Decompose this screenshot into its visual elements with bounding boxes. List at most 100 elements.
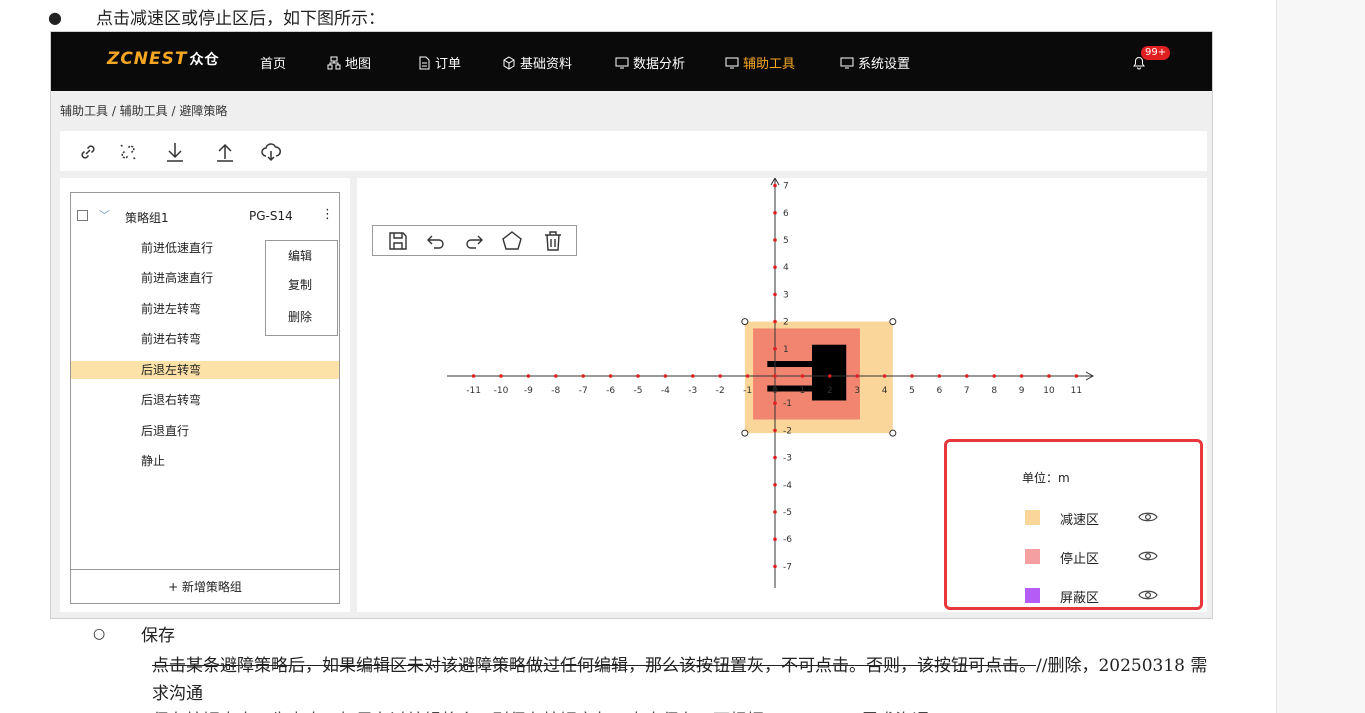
x-tick-dot (882, 374, 887, 378)
group-code: PG-S14 (249, 209, 293, 223)
y-tick-dot (773, 401, 777, 405)
x-tick-label: -9 (524, 386, 533, 396)
more-icon[interactable]: ⋮ (321, 207, 334, 222)
upload-icon[interactable] (213, 140, 237, 164)
zone-handle (889, 318, 897, 326)
nav-item-map[interactable]: 地图 (327, 53, 371, 72)
chevron-down-icon[interactable]: ﹀ (99, 207, 110, 223)
link-icon[interactable] (76, 140, 100, 164)
bullet-icon: ● (48, 8, 62, 27)
y-tick-dot (773, 211, 777, 215)
x-tick-label: -1 (743, 386, 752, 396)
vehicle-fork (767, 361, 813, 368)
y-tick-label: -6 (783, 535, 792, 545)
nav-item-orders[interactable]: 订单 (417, 53, 461, 72)
x-tick-dot (855, 374, 859, 378)
x-tick-dot (992, 374, 996, 378)
x-tick-dot (1019, 374, 1024, 378)
edit-toolbar (372, 225, 577, 256)
y-tick-label: 7 (783, 182, 789, 192)
y-tick-label: 5 (783, 236, 789, 246)
notification-badge: 99+ (1141, 46, 1171, 60)
cloud-download-icon[interactable] (259, 140, 283, 164)
y-tick-label: 2 (783, 318, 789, 328)
x-tick-dot (471, 374, 476, 378)
nav-item-home[interactable]: 首页 (260, 53, 286, 72)
context-menu: 编辑 复制 删除 (265, 240, 338, 336)
y-tick-label: -3 (783, 454, 792, 464)
document-page: ● 点击减速区或停止区后，如下图所示： ZCNEST 众仓 首页 地图 订单 基础… (0, 0, 1365, 713)
nav-item-aux-tools[interactable]: 辅助工具 (725, 53, 795, 72)
x-tick-label: 8 (991, 386, 997, 396)
y-tick-dot (773, 347, 777, 351)
sub-bullet-icon: ○ (93, 626, 106, 642)
y-tick-dot (773, 265, 777, 269)
eye-icon[interactable] (1138, 548, 1158, 564)
polygon-icon[interactable] (501, 230, 523, 252)
x-tick-label: 0 (772, 386, 778, 396)
tree-item[interactable]: 后退右转弯 (71, 391, 339, 409)
tree-item[interactable]: 静止 (71, 452, 339, 470)
undo-icon[interactable] (425, 230, 447, 252)
zone-handle (889, 429, 897, 437)
redo-icon[interactable] (463, 230, 485, 252)
x-tick-label: 9 (1019, 386, 1025, 396)
x-tick-dot (636, 374, 640, 378)
tree-item-selected[interactable]: 后退左转弯 (71, 361, 339, 379)
tree-item[interactable]: 后退直行 (71, 422, 339, 440)
x-tick-dot (1047, 374, 1051, 378)
x-tick-label: 3 (854, 386, 860, 396)
y-tick-label: 6 (783, 209, 789, 219)
editor-canvas[interactable]: -11 -10 -9 -8 -7 -6 -5 -4 -3 -2 -1 0 1 2 3 4 5 6 7 8 9 10 11 7 6… (357, 178, 1207, 612)
x-tick-dot (608, 374, 613, 378)
doc-paragraph-2: 点击某条避障策略后，如果编辑区未对该避障策略做过任何编辑，那么该按钮置灰，不可点… (152, 656, 1208, 704)
x-tick-label: -8 (551, 386, 560, 396)
download-icon[interactable] (163, 140, 187, 164)
embedded-screenshot: ZCNEST 众仓 首页 地图 订单 基础资料 数据分析 辅助工具 系统设置 9… (50, 31, 1213, 619)
y-tick-label: -2 (783, 426, 792, 436)
document-icon (419, 56, 430, 69)
context-menu-edit[interactable]: 编辑 (288, 247, 312, 264)
eye-icon[interactable] (1138, 509, 1158, 525)
x-tick-dot (828, 374, 832, 378)
x-tick-dot (691, 374, 695, 378)
trash-icon[interactable] (542, 230, 564, 252)
x-tick-label: -3 (688, 386, 697, 396)
nav-item-data-analysis[interactable]: 数据分析 (615, 53, 685, 72)
y-tick-label: 3 (783, 290, 789, 300)
group-checkbox[interactable] (77, 210, 88, 221)
x-tick-label: 7 (964, 386, 970, 396)
eye-icon[interactable] (1138, 587, 1158, 603)
context-menu-copy[interactable]: 复制 (288, 276, 312, 293)
unit-label: 单位：m (1022, 471, 1070, 485)
save-icon[interactable] (387, 230, 409, 252)
add-strategy-group-button[interactable]: + 新增策略组 (71, 569, 339, 604)
stop-zone-swatch (1025, 549, 1040, 564)
y-tick-dot (773, 238, 777, 242)
main-toolbar (60, 131, 1207, 171)
legend-row-shield-zone: 屏蔽区 (1025, 587, 1165, 606)
x-tick-label: 1 (800, 386, 806, 396)
x-tick-label: 2 (827, 386, 833, 396)
nav-item-system-settings[interactable]: 系统设置 (840, 53, 910, 72)
zone-handle (741, 429, 749, 437)
group-name: 策略组1 (125, 211, 169, 225)
strategy-group-row[interactable]: ﹀ 策略组1 PG-S14 ⋮ (77, 207, 334, 227)
monitor-icon (615, 57, 629, 68)
x-tick-label: -11 (466, 386, 481, 396)
x-tick-dot (499, 374, 503, 378)
x-tick-label: -7 (579, 386, 588, 396)
doc-paragraph-3: 保存按钮点击，先点击，如果有过编辑将会，则保存按钮变灰。点击保存，可根据 202… (152, 706, 1216, 713)
x-tick-label: 11 (1071, 386, 1082, 396)
y-tick-label: -7 (783, 562, 792, 572)
nav-item-base-data[interactable]: 基础资料 (502, 53, 572, 72)
y-tick-dot (773, 483, 777, 487)
x-tick-dot (1074, 374, 1079, 378)
x-tick-label: 4 (882, 386, 888, 396)
monitor-icon (725, 57, 739, 68)
map-icon (327, 56, 341, 69)
context-menu-delete[interactable]: 删除 (288, 308, 312, 325)
x-tick-label: -5 (634, 386, 643, 396)
unlink-icon[interactable] (116, 140, 140, 164)
x-tick-label: -2 (716, 386, 725, 396)
